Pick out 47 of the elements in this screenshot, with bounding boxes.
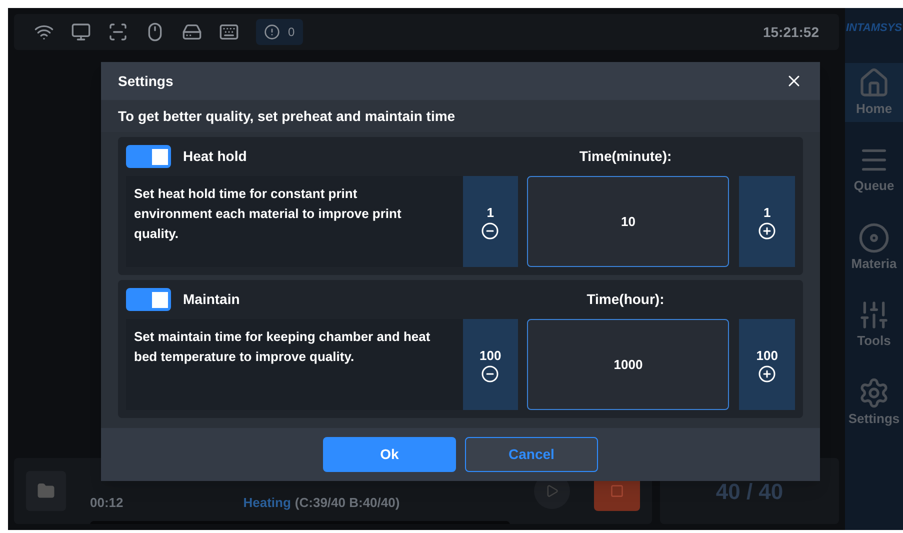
- time-value-field[interactable]: 1000: [527, 319, 730, 410]
- sidebar-item[interactable]: Settings: [845, 372, 903, 432]
- settings-icon: [858, 376, 890, 408]
- decrement-button[interactable]: 1: [462, 176, 518, 267]
- alert-icon: [264, 24, 280, 40]
- brand-logo: INTAMSYS: [846, 21, 902, 36]
- dialog-title: Settings: [118, 72, 174, 91]
- alert-badge[interactable]: 0: [256, 19, 303, 45]
- plus-icon: [758, 222, 776, 240]
- minus-icon: [481, 365, 500, 384]
- increment-button[interactable]: 100: [739, 319, 796, 410]
- section-description: Set maintain time for keeping chamber and heat bed temperature to improve quality.: [126, 319, 463, 410]
- toggle-switch[interactable]: [126, 288, 171, 311]
- play-icon: [545, 484, 559, 498]
- sliders-icon: [858, 299, 890, 331]
- section-title: Heat hold: [183, 147, 247, 166]
- job-status: Heating: [243, 494, 291, 512]
- time-value-field[interactable]: 10: [527, 176, 730, 267]
- sidebar-item[interactable]: Tools: [845, 295, 903, 354]
- increment-button[interactable]: 1: [739, 176, 796, 267]
- keyboard-icon: [219, 22, 239, 42]
- sidebar-item[interactable]: Queue: [845, 140, 903, 200]
- layer-count: 40 / 40: [716, 478, 784, 506]
- dialog-subtitle: To get better quality, set preheat and maintain time: [118, 106, 456, 126]
- sidebar-item[interactable]: Materia: [845, 218, 903, 277]
- decrement-button[interactable]: 100: [462, 319, 518, 410]
- minus-icon: [481, 222, 500, 240]
- section-description: Set heat hold time for constant print environment each material to improve print quality.: [126, 176, 463, 267]
- folder-button[interactable]: [26, 471, 66, 511]
- time-label: Time(minute):: [578, 147, 673, 166]
- disc-icon: [858, 222, 890, 254]
- scan-icon: [108, 22, 128, 42]
- temperature-readout: (C:39/40 B:40/40): [294, 494, 400, 512]
- ok-button[interactable]: Ok: [323, 437, 456, 472]
- elapsed-time: 00:12: [90, 494, 124, 512]
- section-title: Maintain: [183, 290, 240, 309]
- clock-time: 15:21:52: [762, 22, 819, 42]
- stop-icon: [610, 484, 624, 498]
- storage-icon: [182, 22, 202, 42]
- time-label: Time(hour):: [586, 290, 666, 309]
- home-icon: [858, 66, 890, 98]
- plus-icon: [758, 365, 776, 384]
- monitor-icon: [71, 22, 91, 42]
- cancel-button[interactable]: Cancel: [465, 437, 598, 472]
- alert-count: 0: [288, 24, 295, 41]
- folder-icon: [37, 482, 55, 500]
- toggle-switch[interactable]: [126, 145, 171, 168]
